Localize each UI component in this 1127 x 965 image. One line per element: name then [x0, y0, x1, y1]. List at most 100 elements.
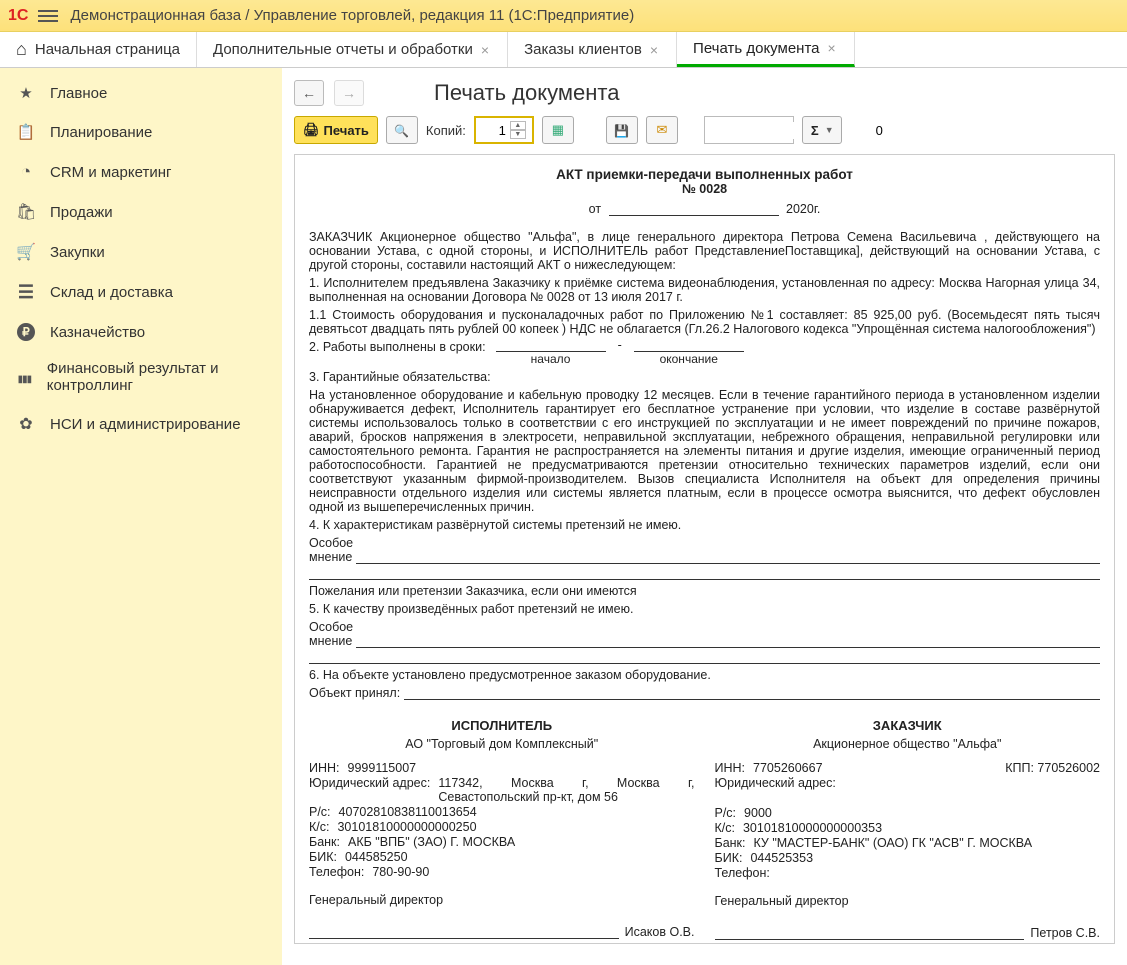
mail-button[interactable]	[646, 116, 678, 144]
executor-bank: АКБ "ВПБ" (ЗАО) Г. МОСКВА	[348, 835, 515, 849]
customer-block: ЗАКАЗЧИК Акционерное общество "Альфа" ИН…	[715, 714, 1101, 944]
crm-icon	[16, 162, 36, 182]
tab-bar: Начальная страница Дополнительные отчеты…	[0, 32, 1127, 68]
forward-button[interactable]	[334, 80, 364, 106]
sidebar-item-treasury[interactable]: Казначейство	[0, 313, 282, 351]
opinion-line-2b: мнение	[309, 634, 1100, 648]
chart-icon	[16, 369, 33, 387]
doc-para-5: 5. К качеству произведённых работ претен…	[309, 602, 1100, 616]
opinion-line-1b: мнение	[309, 550, 1100, 564]
copies-label: Копий:	[426, 123, 466, 138]
date-prefix: от	[589, 202, 601, 216]
table-icon	[552, 122, 564, 138]
warehouse-icon	[16, 282, 36, 303]
executor-name: Исаков О.В.	[625, 925, 695, 939]
sidebar-item-planning[interactable]: Планирование	[0, 113, 282, 152]
executor-ks: 30101810000000000250	[337, 820, 476, 834]
date-start-label: начало	[531, 352, 571, 366]
customer-kpp: 770526002	[1037, 761, 1100, 775]
star-icon	[16, 84, 36, 103]
doc-wishes: Пожелания или претензии Заказчика, если …	[309, 584, 1100, 598]
preview-icon	[394, 123, 409, 138]
customer-role: Генеральный директор	[715, 894, 1101, 908]
doc-para-intro: ЗАКАЗЧИК Акционерное общество "Альфа", в…	[309, 230, 1100, 272]
tab-print-label: Печать документа	[693, 40, 819, 57]
doc-para-4: 4. К характеристикам развёрнутой системы…	[309, 518, 1100, 532]
planning-icon	[16, 123, 36, 142]
save-icon	[614, 123, 629, 138]
hamburger-icon[interactable]	[38, 7, 58, 25]
sidebar-item-warehouse[interactable]: Склад и доставка	[0, 272, 282, 313]
app-title: Демонстрационная база / Управление торго…	[70, 7, 634, 24]
chevron-down-icon: ▼	[825, 125, 834, 135]
print-button-label: Печать	[324, 123, 369, 138]
sidebar-item-label: CRM и маркетинг	[50, 164, 171, 181]
copies-spinner[interactable]: ▲▼	[510, 121, 526, 139]
tab-orders-label: Заказы клиентов	[524, 41, 642, 58]
sidebar-item-purchases[interactable]: Закупки	[0, 232, 282, 272]
sidebar-item-label: Финансовый результат и контроллинг	[47, 361, 266, 394]
sidebar-item-label: Планирование	[50, 124, 152, 141]
spin-down-icon[interactable]: ▼	[510, 130, 526, 139]
preview-button[interactable]	[386, 116, 418, 144]
close-icon[interactable]: ×	[648, 42, 660, 58]
sidebar: Главное Планирование CRM и маркетинг Про…	[0, 68, 282, 965]
home-icon	[16, 39, 27, 60]
accepted-line: Объект принял:	[309, 686, 1100, 700]
sum-field[interactable]	[705, 122, 889, 139]
app-logo: 1С	[8, 7, 28, 25]
sigma-icon	[811, 123, 819, 138]
executor-bik: 044585250	[345, 850, 408, 864]
sidebar-item-sales[interactable]: Продажи	[0, 192, 282, 232]
sidebar-item-admin[interactable]: НСИ и администрирование	[0, 404, 282, 444]
grid-button[interactable]	[542, 116, 574, 144]
opinion-line-2a: Особое	[309, 620, 1100, 634]
tab-reports[interactable]: Дополнительные отчеты и обработки ×	[197, 32, 508, 67]
ruble-icon	[16, 323, 36, 341]
sidebar-item-finresult[interactable]: Финансовый результат и контроллинг	[0, 351, 282, 404]
blank-line	[309, 650, 1100, 664]
doc-para-3: 3. Гарантийные обязательства:	[309, 370, 1100, 384]
tab-print-document[interactable]: Печать документа ×	[677, 32, 855, 67]
copies-field[interactable]	[476, 122, 510, 139]
executor-inn: 9999115007	[348, 761, 417, 775]
sidebar-item-label: Казначейство	[50, 324, 145, 341]
date-end-label: окончание	[660, 352, 718, 366]
sidebar-item-crm[interactable]: CRM и маркетинг	[0, 152, 282, 192]
date-year: 2020г.	[786, 202, 820, 216]
executor-company: АО "Торговый дом Комплексный"	[309, 737, 695, 751]
customer-heading: ЗАКАЗЧИК	[715, 718, 1101, 733]
signatures: ИСПОЛНИТЕЛЬ АО "Торговый дом Комплексный…	[309, 714, 1100, 944]
sigma-button[interactable]: ▼	[802, 116, 842, 144]
sidebar-item-main[interactable]: Главное	[0, 74, 282, 113]
executor-heading: ИСПОЛНИТЕЛЬ	[309, 718, 695, 733]
close-icon[interactable]: ×	[826, 40, 838, 56]
printer-icon	[303, 122, 320, 138]
customer-inn: 7705260667	[753, 761, 823, 775]
doc-para-warranty: На установленное оборудование и кабельну…	[309, 388, 1100, 514]
copies-input[interactable]: ▲▼	[474, 116, 534, 144]
mail-icon	[656, 122, 667, 138]
gear-icon	[16, 414, 36, 434]
close-icon[interactable]: ×	[479, 42, 491, 58]
forward-icon	[342, 85, 356, 101]
back-button[interactable]	[294, 80, 324, 106]
opinion-line-1a: Особое	[309, 536, 1100, 550]
executor-address: 117342, Москва г, Москва г, Севастопольс…	[438, 776, 694, 804]
doc-para-1: 1. Исполнителем предъявлена Заказчику к …	[309, 276, 1100, 304]
document-preview[interactable]: АКТ приемки-передачи выполненных работ №…	[294, 154, 1115, 944]
customer-rs: 9000	[744, 806, 772, 820]
executor-block: ИСПОЛНИТЕЛЬ АО "Торговый дом Комплексный…	[309, 714, 695, 944]
customer-company: Акционерное общество "Альфа"	[715, 737, 1101, 751]
save-button[interactable]	[606, 116, 638, 144]
tab-orders[interactable]: Заказы клиентов ×	[508, 32, 677, 67]
spin-up-icon[interactable]: ▲	[510, 121, 526, 130]
executor-rs: 40702810838110013654	[339, 805, 477, 819]
back-icon	[302, 85, 316, 101]
sum-input[interactable]	[704, 116, 794, 144]
doc-title: АКТ приемки-передачи выполненных работ	[309, 167, 1100, 182]
tab-home[interactable]: Начальная страница	[0, 32, 197, 67]
doc-p4-label: 2. Работы выполнены в сроки:	[309, 340, 486, 354]
print-button[interactable]: Печать	[294, 116, 378, 144]
sidebar-item-label: Склад и доставка	[50, 284, 173, 301]
